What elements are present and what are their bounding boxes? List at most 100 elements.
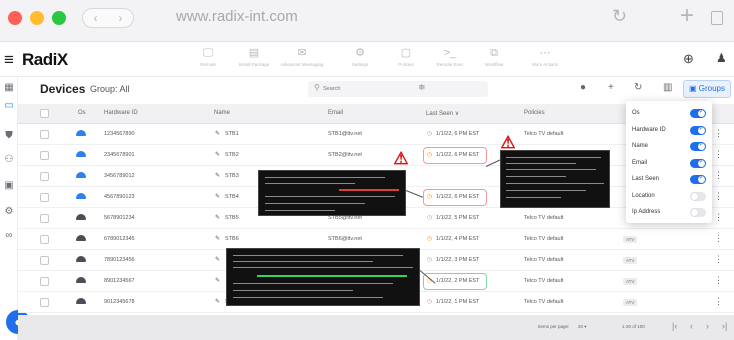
column-toggle-switch[interactable] bbox=[690, 174, 706, 184]
maximize-window-button[interactable] bbox=[52, 11, 66, 25]
tabs-overview-icon[interactable] bbox=[711, 11, 723, 25]
users-icon[interactable]: ⚇ bbox=[2, 153, 16, 167]
edit-icon[interactable]: ✎ bbox=[215, 235, 220, 242]
back-icon[interactable]: ‹ bbox=[94, 11, 98, 25]
col-email[interactable]: Email bbox=[328, 110, 343, 116]
row-checkbox[interactable] bbox=[40, 256, 49, 265]
forward-icon[interactable]: › bbox=[119, 11, 123, 25]
row-checkbox[interactable] bbox=[40, 298, 49, 307]
row-checkbox[interactable] bbox=[40, 235, 49, 244]
edit-icon[interactable]: ✎ bbox=[215, 256, 220, 263]
column-toggle-item[interactable]: Name bbox=[632, 139, 708, 155]
dashboard-icon[interactable]: ▦ bbox=[2, 81, 16, 95]
terminal-screenshot bbox=[500, 150, 610, 208]
edit-icon[interactable]: ✎ bbox=[215, 193, 220, 200]
location-pin-icon[interactable]: ● bbox=[580, 82, 586, 93]
row-actions-icon[interactable]: ⋮ bbox=[714, 254, 723, 265]
settings-icon[interactable]: ⚙ bbox=[2, 205, 16, 219]
hardware-id: 3456789012 bbox=[104, 173, 135, 179]
row-actions-icon[interactable]: ⋮ bbox=[714, 275, 723, 286]
group-selector[interactable]: Group: All bbox=[90, 84, 130, 94]
device-email: STB1@ttv.net bbox=[328, 131, 362, 137]
close-window-button[interactable] bbox=[8, 11, 22, 25]
user-icon[interactable]: ♟ bbox=[716, 51, 727, 65]
column-toggle-switch[interactable] bbox=[690, 108, 706, 118]
link-icon[interactable]: ∞ bbox=[2, 229, 16, 243]
first-page-icon[interactable]: |‹ bbox=[672, 321, 677, 331]
column-toggle-item[interactable]: Last Seen bbox=[632, 172, 708, 188]
row-actions-icon[interactable]: ⋮ bbox=[714, 296, 723, 307]
column-toggle-switch[interactable] bbox=[690, 158, 706, 168]
groups-button[interactable]: ▣ Groups bbox=[683, 80, 731, 98]
edit-icon[interactable]: ✎ bbox=[215, 130, 220, 137]
prev-page-icon[interactable]: ‹ bbox=[690, 321, 693, 331]
menu-icon[interactable]: ≡ bbox=[4, 51, 14, 68]
table-row[interactable]: 6789012345 ✎ STB6 STB6@ttv.net ◷ 1/1/22, 4 PM… bbox=[18, 229, 734, 250]
last-page-icon[interactable]: ›| bbox=[722, 321, 727, 331]
device-type-badge: ATV bbox=[623, 299, 638, 306]
row-checkbox[interactable] bbox=[40, 214, 49, 223]
toggle-knob bbox=[698, 125, 705, 134]
column-toggle-item[interactable]: Ip Address bbox=[632, 205, 708, 221]
col-last-seen[interactable]: Last Seen ∨ bbox=[426, 110, 459, 117]
row-checkbox[interactable] bbox=[40, 193, 49, 202]
column-toggle-item[interactable]: Email bbox=[632, 156, 708, 172]
clock-icon: ◷ bbox=[427, 131, 433, 137]
new-tab-icon[interactable]: + bbox=[680, 2, 694, 30]
device-name: STB4 bbox=[225, 194, 239, 200]
add-icon[interactable]: + bbox=[608, 82, 614, 93]
search-input[interactable] bbox=[323, 83, 473, 95]
row-actions-icon[interactable]: ⋮ bbox=[714, 191, 723, 202]
column-toggle-label: Ip Address bbox=[632, 209, 661, 215]
column-toggle-switch[interactable] bbox=[690, 191, 706, 201]
column-toggle-label: Name bbox=[632, 143, 649, 149]
hardware-id: 2345678901 bbox=[104, 152, 135, 158]
row-actions-icon[interactable]: ⋮ bbox=[714, 170, 723, 181]
clock-icon: ◷ bbox=[427, 194, 433, 200]
device-name: STB5 bbox=[225, 215, 239, 221]
security-icon[interactable]: ⛊ bbox=[2, 129, 16, 143]
row-actions-icon[interactable]: ⋮ bbox=[714, 212, 723, 223]
clock-icon: ◷ bbox=[427, 299, 433, 305]
column-toggle-switch[interactable] bbox=[690, 125, 706, 135]
filter-icon[interactable]: ≑ bbox=[418, 82, 426, 93]
toolbar-more-button[interactable]: ⋯ More Actions bbox=[515, 46, 575, 70]
row-checkbox[interactable] bbox=[40, 130, 49, 139]
toolbar-mail-button[interactable]: ✉ Advanced Messaging bbox=[272, 46, 332, 70]
reload-icon[interactable]: ↻ bbox=[612, 6, 627, 27]
refresh-icon[interactable]: ↻ bbox=[634, 82, 642, 93]
policy: Telco TV default bbox=[524, 215, 564, 221]
items-per-page-select[interactable]: 20 ▾ bbox=[578, 324, 587, 330]
column-toggle-item[interactable]: Hardware ID bbox=[632, 123, 708, 139]
minimize-window-button[interactable] bbox=[30, 11, 44, 25]
edit-icon[interactable]: ✎ bbox=[215, 214, 220, 221]
address-bar[interactable]: www.radix-int.com bbox=[176, 8, 298, 25]
column-toggle-item[interactable]: Os bbox=[632, 106, 708, 122]
edit-icon[interactable]: ✎ bbox=[215, 298, 220, 305]
device-name: STB1 bbox=[225, 131, 239, 137]
columns-icon[interactable]: ▥ bbox=[663, 82, 672, 93]
next-page-icon[interactable]: › bbox=[706, 321, 709, 331]
col-policies[interactable]: Policies bbox=[524, 110, 545, 116]
column-toggle-switch[interactable] bbox=[690, 208, 706, 217]
row-checkbox[interactable] bbox=[40, 277, 49, 286]
col-hardware-id[interactable]: Hardware ID bbox=[104, 110, 138, 116]
edit-icon[interactable]: ✎ bbox=[215, 172, 220, 179]
devices-icon[interactable]: ▭ bbox=[2, 99, 16, 113]
storage-icon[interactable]: ▣ bbox=[2, 179, 16, 193]
col-name[interactable]: Name bbox=[214, 110, 230, 116]
toggle-knob bbox=[698, 108, 705, 117]
row-checkbox[interactable] bbox=[40, 151, 49, 160]
row-actions-icon[interactable]: ⋮ bbox=[714, 233, 723, 244]
row-actions-icon[interactable]: ⋮ bbox=[714, 149, 723, 160]
row-actions-icon[interactable]: ⋮ bbox=[714, 128, 723, 139]
row-checkbox[interactable] bbox=[40, 172, 49, 181]
edit-icon[interactable]: ✎ bbox=[215, 277, 220, 284]
policy: Telco TV default bbox=[524, 236, 564, 242]
select-all-checkbox[interactable] bbox=[40, 109, 49, 118]
column-toggle-switch[interactable] bbox=[690, 141, 706, 151]
col-os[interactable]: Os bbox=[78, 110, 86, 116]
globe-icon[interactable]: ⊕ bbox=[683, 51, 694, 67]
edit-icon[interactable]: ✎ bbox=[215, 151, 220, 158]
column-toggle-item[interactable]: Location bbox=[632, 189, 708, 205]
